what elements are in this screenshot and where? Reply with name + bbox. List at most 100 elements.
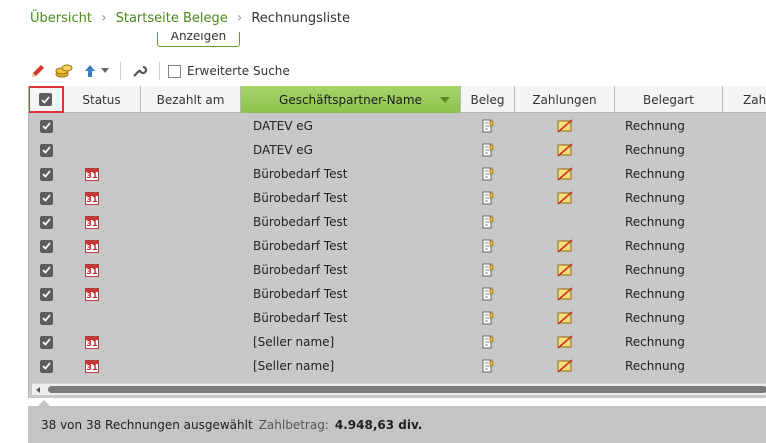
column-header-geschaeftspartner[interactable]: Geschäftspartner-Name	[241, 86, 461, 113]
checkmark-icon	[41, 266, 51, 274]
row-select-cell[interactable]	[29, 330, 63, 354]
document-icon[interactable]	[482, 359, 494, 374]
zahlungen-cell[interactable]	[515, 282, 615, 306]
table-row[interactable]: 31 Bürobedarf Test Rechnung	[29, 162, 766, 186]
document-icon[interactable]	[482, 119, 494, 134]
arrow-up-icon[interactable]	[80, 61, 100, 81]
document-icon[interactable]	[482, 191, 494, 206]
chevron-down-icon[interactable]	[100, 61, 110, 81]
row-select-cell[interactable]	[29, 138, 63, 162]
table-row[interactable]: DATEV eG Rechnung	[29, 138, 766, 162]
beleg-cell[interactable]	[461, 306, 515, 330]
document-icon[interactable]	[482, 239, 494, 254]
payment-icon[interactable]	[557, 167, 573, 181]
row-select-cell[interactable]	[29, 114, 63, 138]
row-checkbox[interactable]	[39, 311, 53, 325]
beleg-cell[interactable]	[461, 210, 515, 234]
row-checkbox[interactable]	[39, 167, 53, 181]
row-checkbox[interactable]	[39, 191, 53, 205]
beleg-cell[interactable]	[461, 114, 515, 138]
beleg-cell[interactable]	[461, 330, 515, 354]
column-header-beleg[interactable]: Beleg	[461, 86, 515, 113]
document-icon[interactable]	[482, 311, 494, 326]
pencil-icon[interactable]	[28, 61, 48, 81]
row-checkbox[interactable]	[39, 239, 53, 253]
zahlungen-cell[interactable]	[515, 306, 615, 330]
table-row[interactable]: 31 Bürobedarf Test Rechnung	[29, 234, 766, 258]
select-all-header[interactable]	[29, 86, 64, 113]
payment-icon[interactable]	[557, 359, 573, 373]
zahlungen-cell[interactable]	[515, 162, 615, 186]
payment-icon[interactable]	[557, 143, 573, 157]
anzeigen-button[interactable]: Anzeigen	[157, 32, 240, 47]
row-checkbox[interactable]	[39, 119, 53, 133]
zahlungen-cell[interactable]	[515, 354, 615, 378]
row-select-cell[interactable]	[29, 258, 63, 282]
row-checkbox[interactable]	[39, 263, 53, 277]
payment-icon[interactable]	[557, 119, 573, 133]
payment-icon[interactable]	[557, 239, 573, 253]
scrollbar-thumb[interactable]	[48, 386, 766, 393]
document-icon[interactable]	[482, 335, 494, 350]
wrench-icon[interactable]	[129, 61, 149, 81]
row-select-cell[interactable]	[29, 186, 63, 210]
column-header-zahlbetrag[interactable]: Zah	[723, 86, 766, 113]
row-select-cell[interactable]	[29, 354, 63, 378]
payment-icon[interactable]	[557, 263, 573, 277]
breadcrumb-link-uebersicht[interactable]: Übersicht	[30, 11, 92, 26]
horizontal-scrollbar[interactable]	[32, 383, 766, 395]
beleg-cell[interactable]	[461, 234, 515, 258]
beleg-cell[interactable]	[461, 258, 515, 282]
beleg-cell[interactable]	[461, 162, 515, 186]
table-row[interactable]: 31 Bürobedarf Test Rechnung	[29, 258, 766, 282]
beleg-cell[interactable]	[461, 186, 515, 210]
payment-icon[interactable]	[557, 335, 573, 349]
table-row[interactable]: DATEV eG Rechnung	[29, 114, 766, 138]
beleg-cell[interactable]	[461, 282, 515, 306]
beleg-cell[interactable]	[461, 354, 515, 378]
beleg-cell[interactable]	[461, 138, 515, 162]
table-row[interactable]: 31 Bürobedarf Test Rechnung	[29, 186, 766, 210]
zahlungen-cell[interactable]	[515, 186, 615, 210]
zahlungen-cell[interactable]	[515, 234, 615, 258]
payment-icon[interactable]	[557, 191, 573, 205]
zahlungen-cell[interactable]	[515, 138, 615, 162]
column-header-belegart[interactable]: Belegart	[615, 86, 723, 113]
row-checkbox[interactable]	[39, 359, 53, 373]
row-select-cell[interactable]	[29, 162, 63, 186]
document-icon[interactable]	[482, 167, 494, 182]
column-header-zahlungen[interactable]: Zahlungen	[515, 86, 615, 113]
coins-icon[interactable]	[54, 61, 74, 81]
column-header-status[interactable]: Status	[63, 86, 141, 113]
row-checkbox[interactable]	[39, 215, 53, 229]
payment-icon[interactable]	[557, 311, 573, 325]
table-row[interactable]: Bürobedarf Test Rechnung	[29, 306, 766, 330]
checkbox-box[interactable]	[168, 64, 181, 78]
row-select-cell[interactable]	[29, 282, 63, 306]
bezahlt-am-cell	[141, 306, 241, 330]
zahlungen-cell[interactable]	[515, 330, 615, 354]
extended-search-checkbox[interactable]: Erweiterte Suche	[168, 64, 290, 78]
table-row[interactable]: 31 [Seller name] Rechnung	[29, 330, 766, 354]
row-select-cell[interactable]	[29, 234, 63, 258]
document-icon[interactable]	[482, 143, 494, 158]
zahlungen-cell[interactable]	[515, 258, 615, 282]
zahlungen-cell[interactable]	[515, 114, 615, 138]
row-select-cell[interactable]	[29, 306, 63, 330]
table-row[interactable]: 31 [Seller name] Rechnung	[29, 354, 766, 378]
document-icon[interactable]	[482, 215, 494, 230]
table-row[interactable]: 31 Bürobedarf Test Rechnung	[29, 282, 766, 306]
bezahlt-am-cell	[141, 138, 241, 162]
row-checkbox[interactable]	[39, 335, 53, 349]
row-checkbox[interactable]	[39, 287, 53, 301]
zahlungen-cell[interactable]	[515, 210, 615, 234]
row-select-cell[interactable]	[29, 210, 63, 234]
column-header-bezahlt-am[interactable]: Bezahlt am	[141, 86, 241, 113]
document-icon[interactable]	[482, 287, 494, 302]
breadcrumb-link-startseite-belege[interactable]: Startseite Belege	[116, 11, 228, 26]
payment-icon[interactable]	[557, 287, 573, 301]
row-checkbox[interactable]	[39, 143, 53, 157]
scroll-left-icon[interactable]	[36, 387, 40, 393]
table-row[interactable]: 31 Bürobedarf Test Rechnung	[29, 210, 766, 234]
document-icon[interactable]	[482, 263, 494, 278]
